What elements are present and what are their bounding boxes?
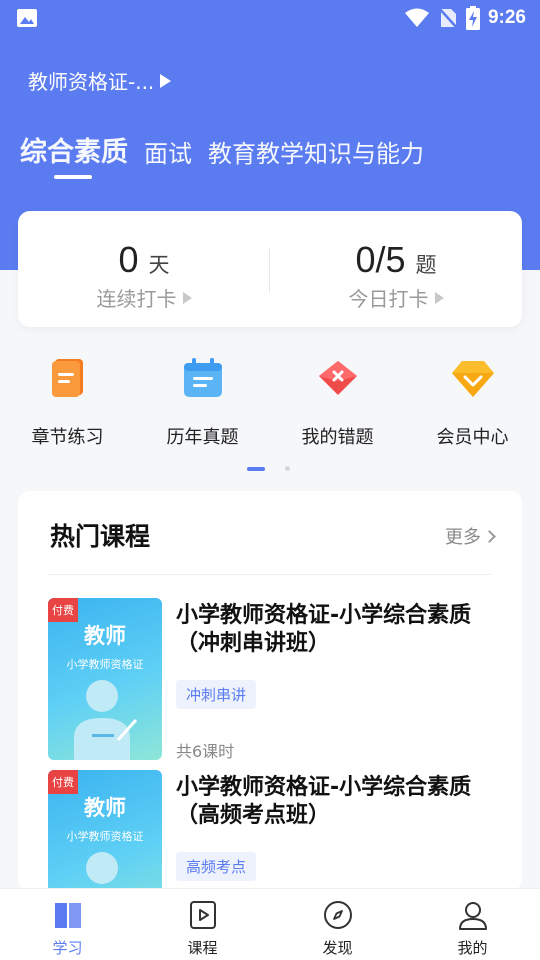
clock: 9:26 [487, 7, 526, 28]
divider [48, 574, 492, 575]
exam-selector-label: 教师资格证-... [28, 70, 155, 94]
thumb-title: 教师 [84, 624, 126, 648]
streak-checkin[interactable]: 0 天 连续打卡 [18, 211, 270, 327]
quick-item-wrong-questions[interactable]: 我的错题 [270, 355, 405, 449]
pager-dot [285, 466, 290, 471]
gallery-notification-icon [17, 9, 37, 27]
tab-interview[interactable]: 面试 [144, 134, 192, 169]
pager-dot-active [247, 466, 265, 471]
nav-label: 学习 [52, 939, 83, 957]
nav-label: 我的 [457, 939, 488, 957]
today-questions-unit: 题 [415, 253, 437, 277]
more-label: 更多 [445, 527, 481, 548]
battery-charging-icon [465, 6, 480, 30]
tab-teaching-knowledge[interactable]: 教育教学知识与能力 [208, 134, 424, 169]
chevron-right-icon [483, 529, 496, 543]
checkin-card: 0 天 连续打卡 0/5 题 今日打卡 [18, 211, 522, 327]
quick-item-past-exams[interactable]: 历年真题 [135, 355, 270, 449]
subject-tabs: 综合素质 面试 教育教学知识与能力 [20, 130, 424, 169]
quick-item-label: 会员中心 [436, 427, 509, 448]
quick-menu-pager [247, 466, 290, 471]
today-label: 今日打卡 [348, 287, 429, 311]
book-icon [54, 903, 81, 928]
more-courses-link[interactable]: 更多 [445, 523, 496, 549]
streak-days-value: 0 [118, 239, 139, 280]
quick-item-label: 我的错题 [301, 427, 374, 448]
tab-comprehensive[interactable]: 综合素质 [20, 130, 128, 169]
nav-courses[interactable]: 课程 [135, 889, 270, 960]
caret-right-icon [182, 291, 192, 304]
bottom-nav: 学习 课程 发现 我的 [0, 888, 540, 960]
teacher-illustration-icon [86, 852, 135, 891]
no-sim-icon [438, 7, 458, 29]
caret-right-icon [160, 73, 172, 88]
course-thumbnail: 教师 小学教师资格证 付费 [48, 770, 162, 891]
play-icon [189, 901, 216, 929]
paid-badge: 付费 [48, 770, 78, 794]
wifi-icon [404, 8, 429, 27]
course-tag: 高频考点 [176, 852, 257, 881]
active-tab-indicator [54, 175, 92, 179]
streak-label: 连续打卡 [96, 287, 177, 311]
course-name: 小学教师资格证-小学综合素质（冲刺串讲班） [176, 603, 472, 656]
nav-profile[interactable]: 我的 [405, 889, 540, 960]
hot-courses-title: 热门课程 [50, 522, 151, 551]
nav-label: 课程 [187, 939, 218, 957]
exam-selector[interactable]: 教师资格证-... [28, 66, 172, 95]
teacher-illustration-icon [74, 680, 138, 760]
today-checkin[interactable]: 0/5 题 今日打卡 [270, 211, 522, 327]
status-bar: 9:26 [0, 0, 540, 36]
course-lesson-count: 共6课时 [176, 742, 235, 761]
thumb-subtitle: 小学教师资格证 [66, 658, 144, 671]
hot-courses-card: 热门课程 更多 教师 小学教师资格证 付费 小学教师资格证-小学综合素质（冲刺串… [18, 491, 522, 891]
today-questions-value: 0/5 [355, 239, 406, 280]
wrong-questions-icon [318, 361, 357, 395]
paid-badge: 付费 [48, 598, 78, 622]
nav-study[interactable]: 学习 [0, 889, 135, 960]
course-tag: 冲刺串讲 [176, 680, 257, 709]
streak-days-unit: 天 [148, 253, 170, 277]
course-item[interactable]: 教师 小学教师资格证 付费 小学教师资格证-小学综合素质（高频考点班） 高频考点 [48, 770, 498, 891]
quick-item-chapter-practice[interactable]: 章节练习 [0, 355, 135, 449]
chapter-practice-icon [51, 359, 83, 397]
nav-label: 发现 [322, 939, 353, 957]
nav-discover[interactable]: 发现 [270, 889, 405, 960]
calendar-icon [183, 358, 222, 397]
diamond-icon [451, 361, 494, 397]
compass-icon [323, 901, 352, 929]
course-item[interactable]: 教师 小学教师资格证 付费 小学教师资格证-小学综合素质（冲刺串讲班） 冲刺串讲… [48, 598, 498, 763]
caret-right-icon [434, 291, 444, 304]
thumb-subtitle: 小学教师资格证 [66, 830, 144, 843]
course-thumbnail: 教师 小学教师资格证 付费 [48, 598, 162, 760]
quick-item-label: 历年真题 [166, 427, 239, 448]
course-name: 小学教师资格证-小学综合素质（高频考点班） [176, 775, 472, 828]
thumb-title: 教师 [84, 796, 126, 820]
quick-menu: 章节练习 历年真题 我的错题 会员中心 [0, 355, 540, 455]
quick-item-label: 章节练习 [31, 427, 104, 448]
user-icon [458, 902, 487, 930]
quick-item-vip-center[interactable]: 会员中心 [405, 355, 540, 449]
